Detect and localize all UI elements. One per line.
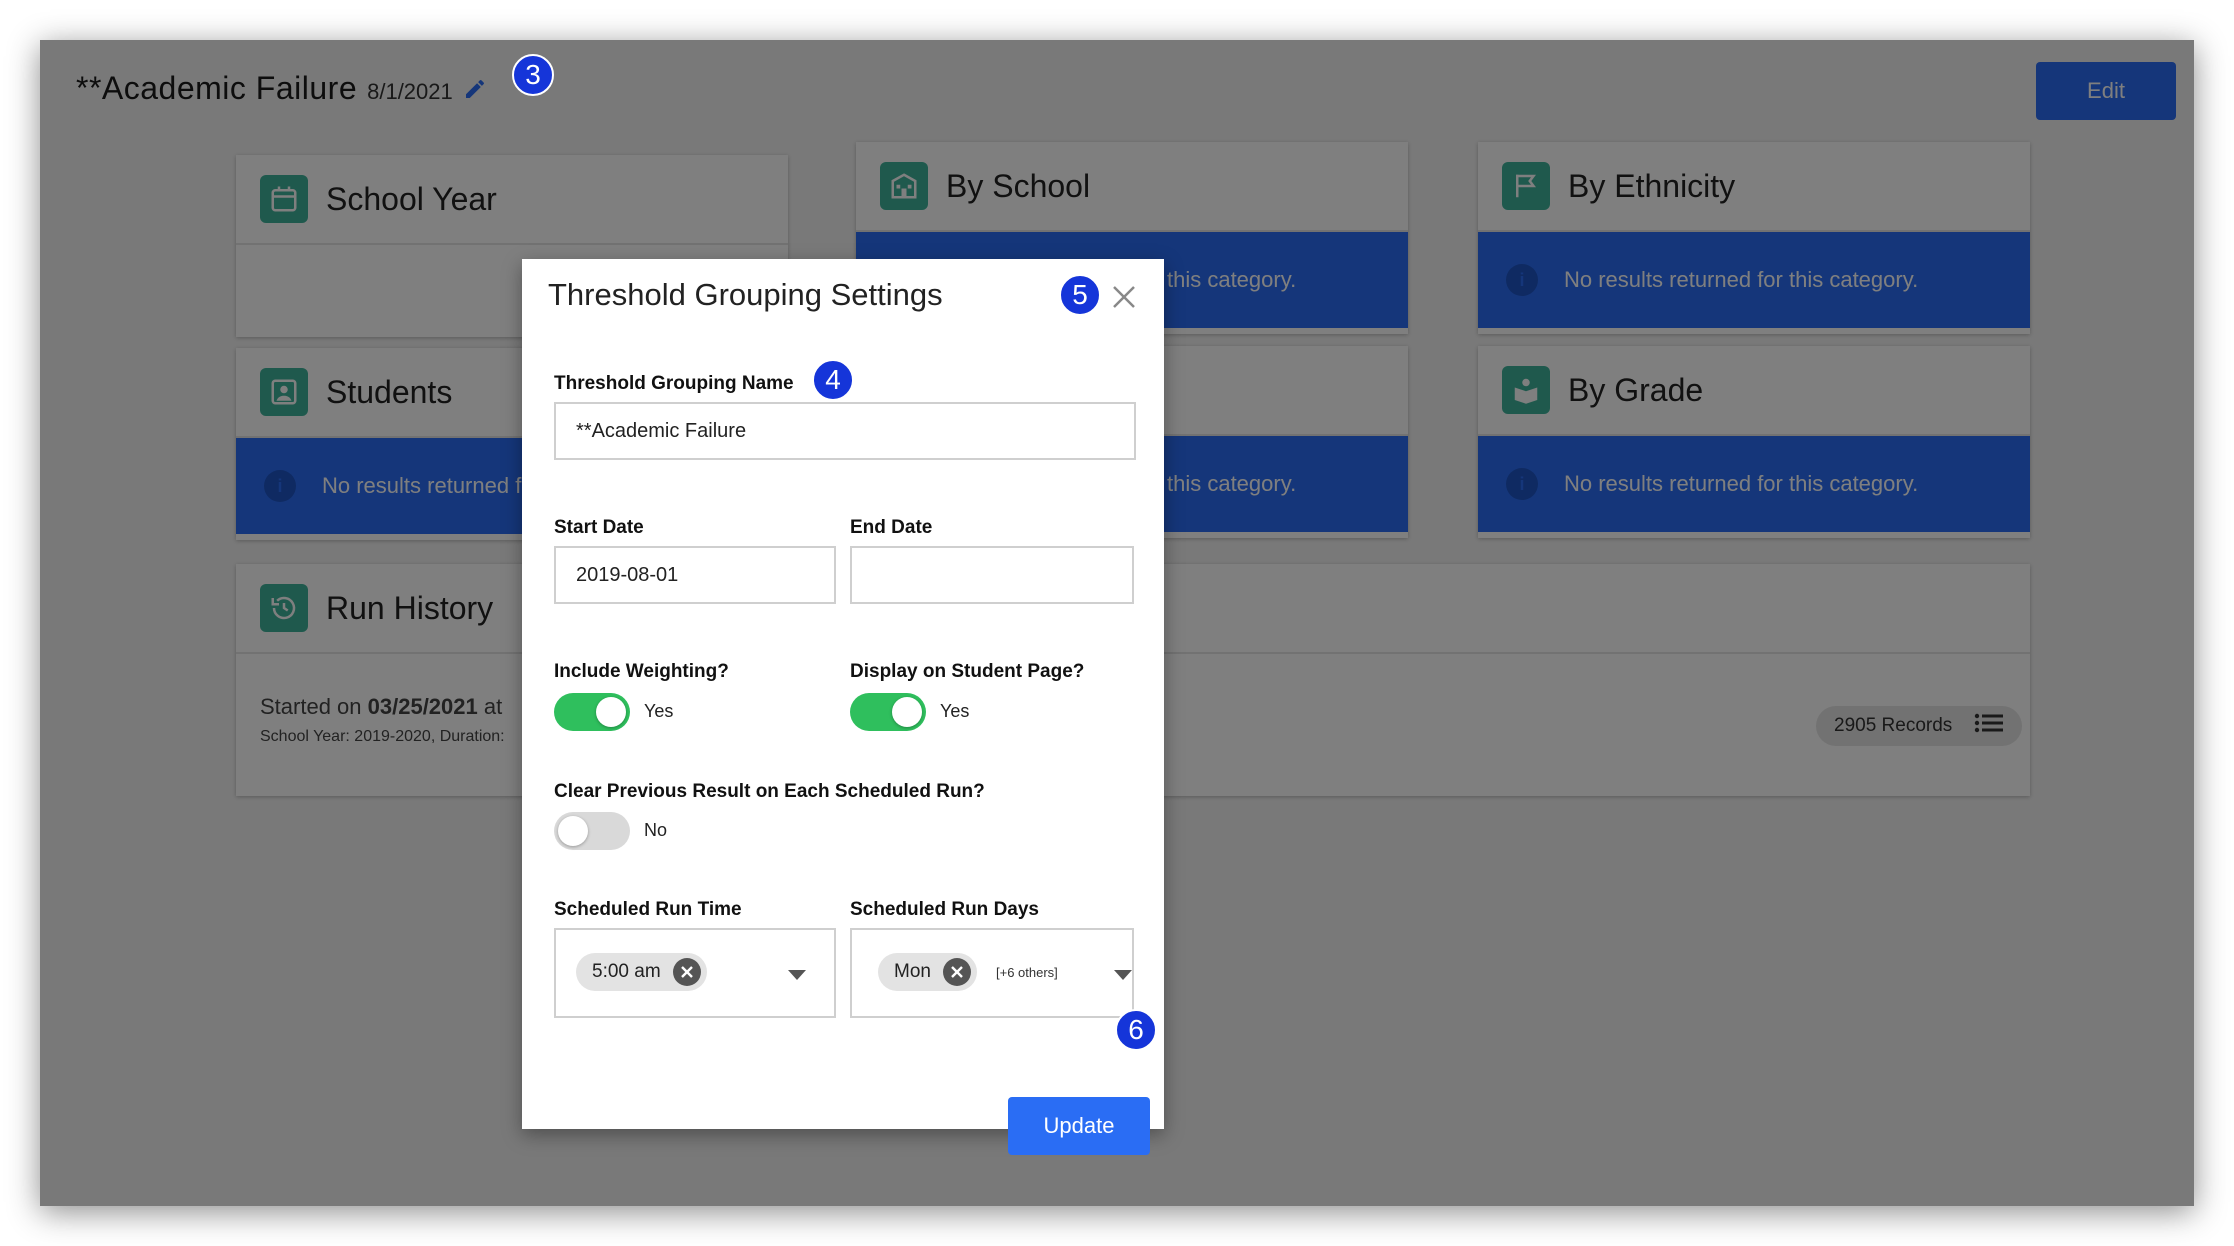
close-icon[interactable] <box>1106 279 1142 315</box>
weighting-toggle[interactable] <box>554 693 630 731</box>
remove-chip-icon[interactable] <box>942 958 971 986</box>
name-label: Threshold Grouping Name <box>554 373 794 394</box>
run-days-others: [+6 others] <box>996 965 1058 980</box>
run-time-value: 5:00 am <box>592 961 661 982</box>
step-badge-5: 5 <box>1059 274 1101 316</box>
step-badge-3: 3 <box>512 54 554 96</box>
run-days-chip: Mon <box>878 953 977 991</box>
run-time-chip: 5:00 am <box>576 953 707 991</box>
clear-label: Clear Previous Result on Each Scheduled … <box>554 781 985 802</box>
update-button[interactable]: Update <box>1008 1097 1150 1155</box>
display-toggle[interactable] <box>850 693 926 731</box>
grouping-name-input[interactable] <box>554 402 1136 460</box>
step-badge-6: 6 <box>1115 1009 1157 1051</box>
run-time-label: Scheduled Run Time <box>554 899 742 920</box>
modal-title: Threshold Grouping Settings <box>548 277 943 312</box>
app-window: **Academic Failure 8/1/2021 Edit School … <box>40 40 2194 1206</box>
start-date-input[interactable] <box>554 546 836 604</box>
end-date-input[interactable] <box>850 546 1134 604</box>
clear-toggle[interactable] <box>554 812 630 850</box>
step-badge-4: 4 <box>812 359 854 401</box>
clear-value: No <box>644 820 668 840</box>
end-date-label: End Date <box>850 517 933 538</box>
toggle-knob <box>892 697 922 727</box>
remove-chip-icon[interactable] <box>672 958 701 986</box>
run-days-select[interactable]: Mon [+6 others] <box>850 928 1134 1018</box>
run-days-value: Mon <box>894 961 931 982</box>
chevron-down-icon[interactable] <box>1114 970 1132 980</box>
display-value: Yes <box>940 701 970 721</box>
run-time-select[interactable]: 5:00 am <box>554 928 836 1018</box>
chevron-down-icon[interactable] <box>788 970 806 980</box>
toggle-knob <box>596 697 626 727</box>
run-days-label: Scheduled Run Days <box>850 899 1039 920</box>
weighting-label: Include Weighting? <box>554 661 729 682</box>
weighting-value: Yes <box>644 701 674 721</box>
start-date-label: Start Date <box>554 517 644 538</box>
display-label: Display on Student Page? <box>850 661 1085 682</box>
toggle-knob <box>558 816 588 846</box>
